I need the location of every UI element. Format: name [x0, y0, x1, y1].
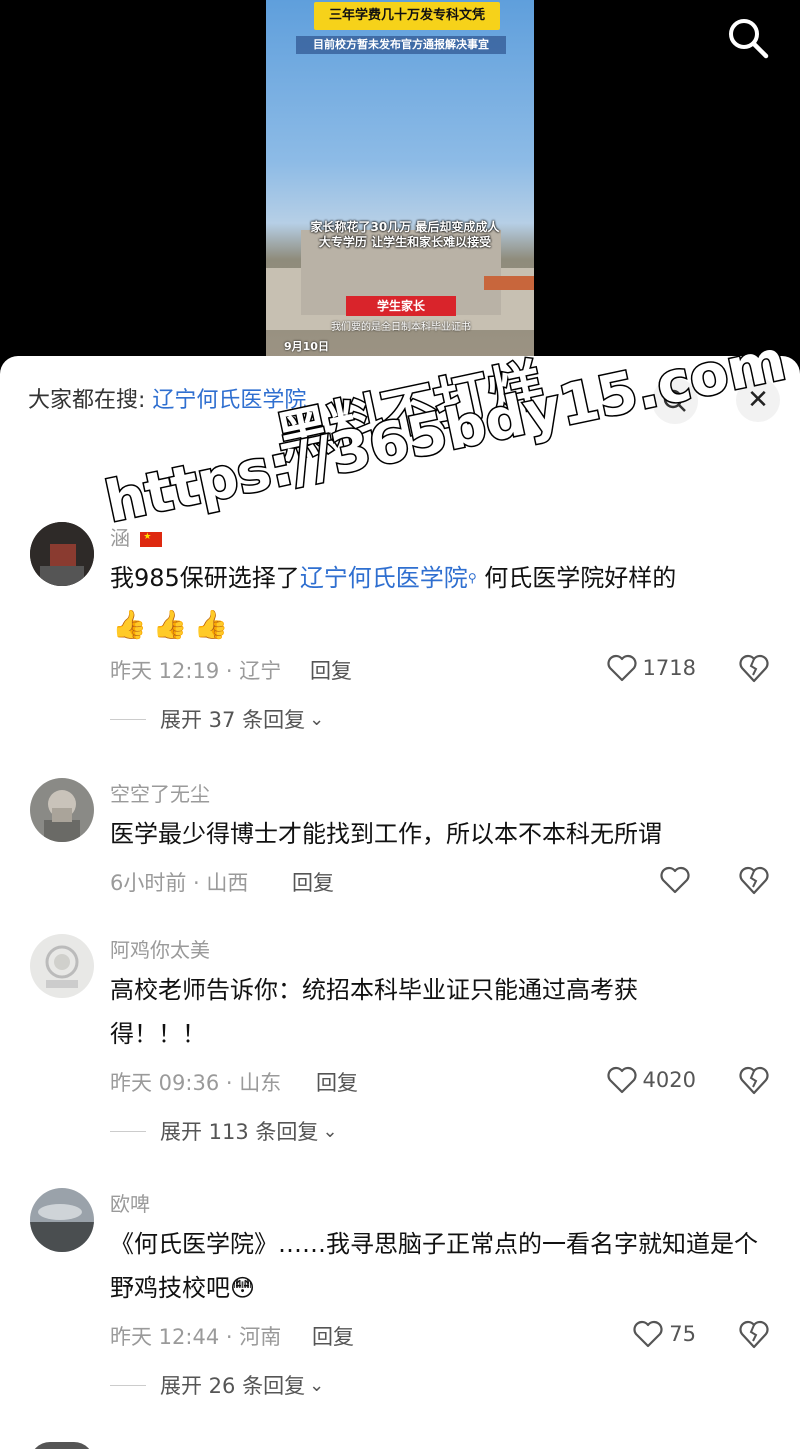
avatar[interactable]	[30, 934, 94, 998]
broken-heart-icon	[739, 866, 769, 895]
comment-username[interactable]: 欧啤	[110, 1188, 150, 1217]
avatar[interactable]	[30, 522, 94, 586]
expand-divider	[110, 1130, 146, 1132]
emoji-row: 👍 👍 👍	[112, 608, 229, 641]
avatar[interactable]	[30, 778, 94, 842]
comment-time-location: 昨天 12:44 · 河南	[110, 1325, 282, 1349]
chevron-down-icon: ⌄	[309, 1374, 325, 1396]
dislike-button[interactable]	[738, 653, 770, 683]
expand-replies[interactable]: 展开 113 条回复 ⌄	[110, 1116, 338, 1146]
video-banner-title: 三年学费几十万发专科文凭	[314, 2, 500, 30]
video-frame[interactable]: 三年学费几十万发专科文凭 目前校方暂未发布官方通报解决事宜 家长称花了30几万 …	[266, 0, 534, 360]
reply-button[interactable]: 回复	[310, 655, 352, 685]
video-speaker-tag: 学生家长	[346, 296, 456, 316]
video-banner-subtitle: 目前校方暂未发布官方通报解决事宜	[296, 36, 506, 54]
search-suggestion-prefix: 大家都在搜:	[28, 388, 146, 413]
comment-text: 高校老师告诉你：统招本科毕业证只能通过高考获得！！！	[110, 976, 638, 1048]
chevron-down-icon: ⌄	[309, 708, 325, 730]
expand-divider	[110, 1384, 146, 1386]
thumbs-up-emoji: 👍	[112, 608, 147, 641]
search-link-icon: ⚲	[467, 571, 477, 585]
chevron-down-icon: ⌄	[322, 1120, 338, 1142]
dislike-button[interactable]	[738, 1319, 770, 1349]
comment-text: 我985保研选择了辽宁何氏医学院⚲ 何氏医学院好样的	[110, 564, 677, 592]
thumbs-up-emoji: 👍	[152, 608, 188, 641]
comment-username[interactable]: 阿鸡你太美	[110, 934, 210, 963]
dislike-button[interactable]	[738, 1065, 770, 1095]
like-count: 75	[669, 1322, 696, 1346]
video-player[interactable]: 三年学费几十万发专科文凭 目前校方暂未发布官方通报解决事宜 家长称花了30几万 …	[0, 0, 800, 370]
comment-search-link[interactable]: 辽宁何氏医学院⚲	[300, 564, 477, 592]
flag-icon: ★	[140, 532, 163, 547]
like-button[interactable]: 75	[633, 1319, 696, 1349]
video-scene-roof	[484, 276, 534, 290]
comment-username[interactable]: 空空了无尘	[110, 778, 210, 807]
broken-heart-icon	[739, 1066, 769, 1095]
reply-button[interactable]: 回复	[316, 1067, 358, 1097]
video-date: 9月10日	[284, 340, 329, 353]
like-count: 1718	[642, 656, 696, 680]
reply-button[interactable]: 回复	[292, 867, 334, 897]
heart-icon	[660, 866, 690, 894]
expand-replies[interactable]: 展开 26 条回复 ⌄	[110, 1370, 324, 1400]
comment-text: 《何氏医学院》……我寻思脑子正常点的一看名字就知道是个野鸡技校吧😳	[110, 1230, 758, 1302]
avatar[interactable]	[30, 1188, 94, 1252]
search-icon[interactable]	[726, 16, 770, 60]
broken-heart-icon	[739, 654, 769, 683]
video-caption: 家长称花了30几万 最后却变成成人大专学历 让学生和家长难以接受	[310, 220, 500, 249]
comment-time-location: 昨天 12:19 · 辽宁	[110, 659, 282, 683]
expand-divider	[110, 718, 146, 720]
expand-replies-label: 展开 113 条回复	[160, 1120, 319, 1144]
comment-text: 医学最少得博士才能找到工作，所以本不本科无所谓	[110, 820, 662, 848]
reply-button[interactable]: 回复	[312, 1321, 354, 1351]
expand-replies[interactable]: 展开 37 条回复 ⌄	[110, 704, 324, 734]
avatar[interactable]	[30, 1442, 94, 1449]
comment-time-location: 6小时前 · 山西	[110, 871, 249, 895]
expand-replies-label: 展开 37 条回复	[160, 708, 306, 732]
like-count: 4020	[642, 1068, 696, 1092]
search-suggestion[interactable]: 大家都在搜: 辽宁何氏医学院	[28, 382, 306, 414]
expand-replies-label: 展开 26 条回复	[160, 1374, 306, 1398]
broken-heart-icon	[739, 1320, 769, 1349]
heart-icon	[606, 654, 637, 682]
thumbs-up-emoji: 👍	[193, 608, 229, 641]
comment-time-location: 昨天 09:36 · 山东	[110, 1071, 282, 1095]
like-button[interactable]: 1718	[606, 653, 696, 683]
like-button[interactable]	[660, 865, 696, 895]
heart-icon	[606, 1066, 637, 1094]
like-button[interactable]: 4020	[606, 1065, 696, 1095]
dislike-button[interactable]	[738, 865, 770, 895]
heart-icon	[633, 1320, 663, 1348]
video-subtitle: 我们要的是全日制本科毕业证书	[331, 322, 471, 333]
